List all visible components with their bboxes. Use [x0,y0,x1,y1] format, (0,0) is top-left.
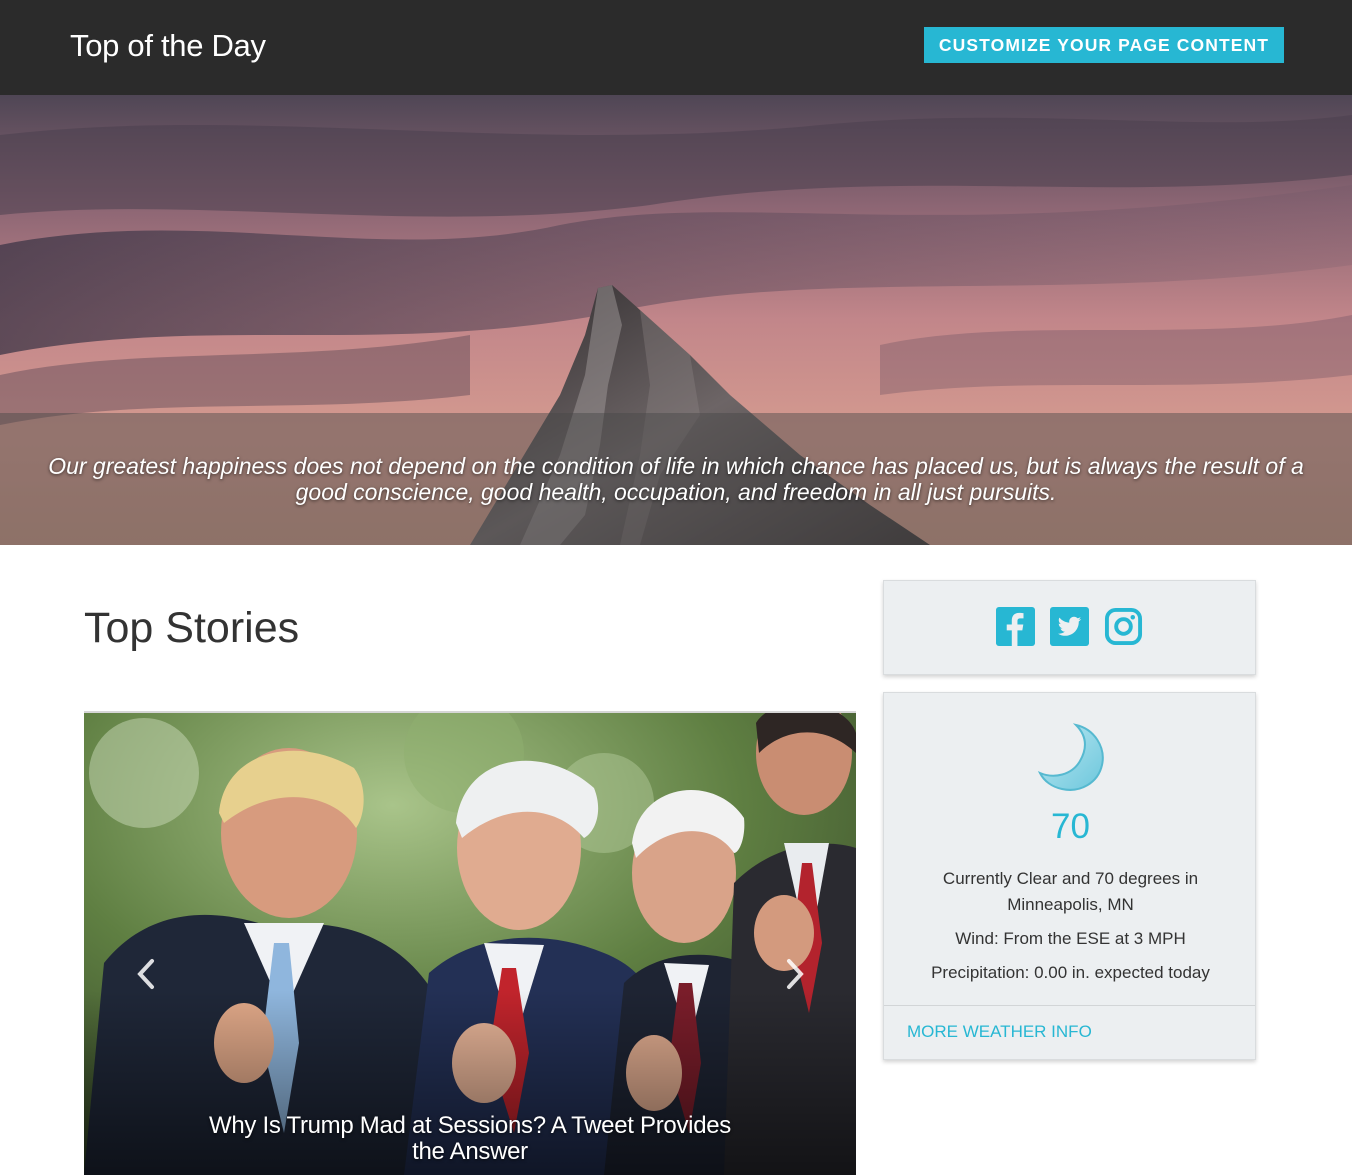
top-stories-carousel[interactable]: Why Is Trump Mad at Sessions? A Tweet Pr… [84,711,856,1175]
weather-wind: Wind: From the ESE at 3 MPH [955,929,1186,948]
instagram-icon[interactable] [1104,607,1143,646]
customize-content-button[interactable]: CUSTOMIZE YOUR PAGE CONTENT [924,27,1284,63]
moon-icon [1037,723,1104,791]
carousel-next-button[interactable] [780,956,810,992]
weather-card: 70 Currently Clear and 70 degrees in Min… [883,692,1256,1060]
chevron-left-icon [137,959,154,989]
hero-banner: Our greatest happiness does not depend o… [0,95,1352,545]
social-icons [996,607,1146,647]
brand-title[interactable]: Top of the Day [70,28,266,64]
twitter-icon[interactable] [1050,607,1089,646]
weather-temperature: 70 [1051,807,1090,846]
weather-divider [884,1005,1255,1006]
hero-quote: Our greatest happiness does not depend o… [48,453,1304,505]
social-card [883,580,1256,675]
carousel-caption[interactable]: Why Is Trump Mad at Sessions? A Tweet Pr… [204,1113,736,1165]
weather-current: Currently Clear and 70 degrees in Minnea… [942,869,1199,914]
more-weather-link[interactable]: MORE WEATHER INFO [907,1022,1092,1042]
chevron-right-icon [787,959,804,989]
weather-precipitation: Precipitation: 0.00 in. expected today [931,963,1210,982]
story-photo[interactable] [84,713,856,1175]
carousel-prev-button[interactable] [131,956,161,992]
section-title-top-stories: Top Stories [84,604,300,652]
facebook-icon[interactable] [996,607,1035,646]
navbar: Top of the Day CUSTOMIZE YOUR PAGE CONTE… [0,0,1352,95]
